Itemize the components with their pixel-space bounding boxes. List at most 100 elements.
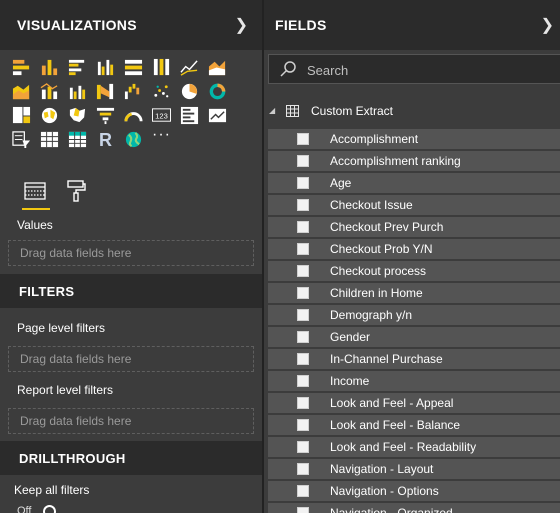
field-checkbox[interactable] [297,155,309,167]
page-filters-drop-zone[interactable]: Drag data fields here [8,346,254,372]
field-row[interactable]: Accomplishment ranking [268,151,560,171]
table-icon[interactable] [40,130,59,149]
field-row[interactable]: Income [268,371,560,391]
field-checkbox[interactable] [297,375,309,387]
field-checkbox[interactable] [297,177,309,189]
field-row[interactable]: Checkout Issue [268,195,560,215]
scatter-chart-icon[interactable] [152,82,171,101]
field-checkbox[interactable] [297,287,309,299]
visual-types-grid: 123 R ··· [0,50,262,151]
collapse-triangle-icon[interactable]: ◢ [269,106,275,115]
field-row[interactable]: Demograph y/n [268,305,560,325]
search-input[interactable]: Search [268,54,560,84]
field-row[interactable]: Navigation - Organized [268,503,560,513]
field-label: Demograph y/n [330,308,413,322]
gauge-icon[interactable] [124,106,143,125]
stacked-area-icon[interactable] [12,82,31,101]
line-and-clustered-column-icon[interactable] [68,82,87,101]
field-row[interactable]: In-Channel Purchase [268,349,560,369]
toggle-state-label: Off [17,505,32,513]
visualizations-header: VISUALIZATIONS ❯ [0,0,262,50]
field-row[interactable]: Checkout Prev Purch [268,217,560,237]
field-checkbox[interactable] [297,419,309,431]
clustered-bar-icon[interactable] [68,58,87,77]
field-checkbox[interactable] [297,265,309,277]
field-label: Checkout Prob Y/N [330,242,433,256]
ribbon-chart-icon[interactable] [96,82,115,101]
field-label: Navigation - Options [330,484,439,498]
100-stacked-column-icon[interactable] [152,58,171,77]
field-checkbox[interactable] [297,133,309,145]
field-label: Children in Home [330,286,423,300]
line-and-stacked-column-icon[interactable] [40,82,59,101]
field-row[interactable]: Checkout process [268,261,560,281]
field-checkbox[interactable] [297,199,309,211]
filled-map-icon[interactable] [68,106,87,125]
matrix-icon[interactable] [68,130,87,149]
field-list: Accomplishment Accomplishment ranking Age C… [268,129,560,513]
drillthrough-header: DRILLTHROUGH [0,441,262,475]
field-row[interactable]: Age [268,173,560,193]
search-icon [279,60,297,78]
field-checkbox[interactable] [297,331,309,343]
keep-all-filters-toggle[interactable]: Off [17,505,77,513]
field-checkbox[interactable] [297,463,309,475]
field-checkbox[interactable] [297,441,309,453]
stacked-bar-icon[interactable] [12,58,31,77]
area-chart-icon[interactable] [208,58,227,77]
field-row[interactable]: Look and Feel - Balance [268,415,560,435]
page-level-filters-label: Page level filters [17,321,106,335]
field-row[interactable]: Navigation - Options [268,481,560,501]
slicer-icon[interactable] [12,130,31,149]
filters-title: FILTERS [19,284,75,299]
toggle-knob[interactable] [43,505,56,513]
visual-types-row: 123 [12,103,262,127]
line-chart-icon[interactable] [180,58,199,77]
visual-types-row: R ··· [12,126,262,151]
fields-pane: FIELDS ❯ Search ◢ Custom Extract Accompl… [264,0,560,513]
field-checkbox[interactable] [297,243,309,255]
r-script-icon[interactable]: R [96,130,115,149]
pie-chart-icon[interactable] [180,82,199,101]
map-icon[interactable] [40,106,59,125]
waterfall-icon[interactable] [124,82,143,101]
kpi-icon[interactable] [208,106,227,125]
fields-tab-icon[interactable] [22,178,50,210]
funnel-icon[interactable] [96,106,115,125]
field-checkbox[interactable] [297,485,309,497]
clustered-column-icon[interactable] [96,58,115,77]
stacked-column-icon[interactable] [40,58,59,77]
drillthrough-title: DRILLTHROUGH [19,451,126,466]
visualizations-title: VISUALIZATIONS [17,17,137,33]
svg-text:R: R [99,130,112,149]
field-row[interactable]: Gender [268,327,560,347]
values-label: Values [17,218,53,232]
field-checkbox[interactable] [297,353,309,365]
treemap-icon[interactable] [12,106,31,125]
field-row[interactable]: Look and Feel - Appeal [268,393,560,413]
100-stacked-bar-icon[interactable] [124,58,143,77]
card-icon[interactable]: 123 [152,106,171,125]
format-paint-roller-icon[interactable] [63,178,91,208]
field-checkbox[interactable] [297,507,309,513]
chevron-right-icon[interactable]: ❯ [541,15,554,35]
field-checkbox[interactable] [297,221,309,233]
field-row[interactable]: Checkout Prob Y/N [268,239,560,259]
field-label: Navigation - Layout [330,462,434,476]
values-drop-zone[interactable]: Drag data fields here [8,240,254,266]
field-label: Income [330,374,370,388]
chevron-right-icon[interactable]: ❯ [235,15,248,35]
field-row[interactable]: Look and Feel - Readability [268,437,560,457]
field-checkbox[interactable] [297,397,309,409]
field-row[interactable]: Navigation - Layout [268,459,560,479]
report-filters-drop-zone[interactable]: Drag data fields here [8,408,254,434]
globe-icon[interactable] [124,130,143,149]
table-node[interactable]: ◢ Custom Extract [264,98,560,122]
field-row[interactable]: Accomplishment [268,129,560,149]
visual-types-row [12,79,262,103]
more-icon[interactable]: ··· [152,126,171,149]
donut-chart-icon[interactable] [208,82,227,101]
multi-row-card-icon[interactable] [180,106,199,125]
field-checkbox[interactable] [297,309,309,321]
field-row[interactable]: Children in Home [268,283,560,303]
